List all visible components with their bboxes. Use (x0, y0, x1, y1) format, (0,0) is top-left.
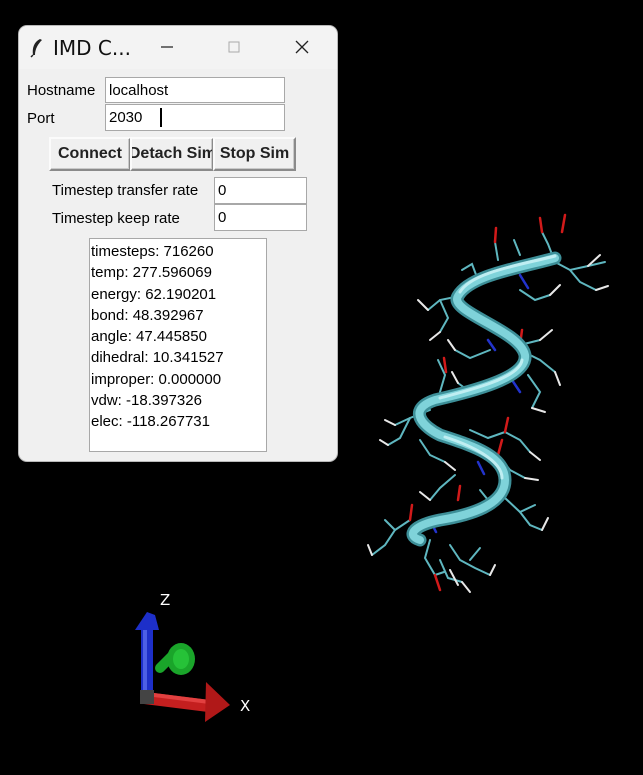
stat-line: elec: -118.267731 (91, 413, 210, 431)
axis-z-label: Z (160, 591, 171, 609)
close-icon (295, 40, 309, 54)
text-cursor (160, 108, 162, 127)
transfer-rate-label: Timestep transfer rate (52, 182, 199, 199)
stat-line: energy: 62.190201 (91, 285, 217, 303)
close-button[interactable] (279, 26, 325, 69)
hostname-label: Hostname (27, 82, 96, 99)
port-input[interactable] (105, 104, 285, 131)
feather-icon (30, 39, 42, 58)
maximize-button[interactable] (211, 26, 257, 69)
window-title: IMD C... (53, 36, 131, 60)
port-label: Port (27, 110, 55, 127)
detach-sim-button[interactable]: Detach Sim (130, 137, 214, 171)
stat-line: vdw: -18.397326 (91, 392, 202, 410)
hostname-input[interactable] (105, 77, 285, 103)
maximize-icon (228, 41, 240, 53)
minimize-icon (161, 46, 173, 48)
title-bar[interactable]: IMD C... (19, 26, 337, 69)
stats-text-box[interactable]: timesteps: 716260 temp: 277.596069 energ… (89, 238, 267, 452)
imd-connect-window: IMD C... Hostname Port Connect Detach Si… (19, 26, 337, 461)
stat-line: bond: 48.392967 (91, 306, 204, 324)
stat-line: dihedral: 10.341527 (91, 349, 224, 367)
transfer-rate-input[interactable] (214, 177, 307, 204)
stat-line: timesteps: 716260 (91, 243, 214, 260)
stat-line: temp: 277.596069 (91, 264, 212, 282)
keep-rate-input[interactable] (214, 204, 307, 231)
axes-widget (135, 612, 230, 722)
minimize-button[interactable] (144, 26, 190, 69)
axis-x-label: X (240, 697, 251, 715)
connect-button[interactable]: Connect (49, 137, 131, 171)
stat-line: angle: 47.445850 (91, 328, 207, 346)
keep-rate-label: Timestep keep rate (52, 210, 180, 227)
stat-line: improper: 0.000000 (91, 370, 222, 388)
stop-sim-button[interactable]: Stop Sim (213, 137, 296, 171)
